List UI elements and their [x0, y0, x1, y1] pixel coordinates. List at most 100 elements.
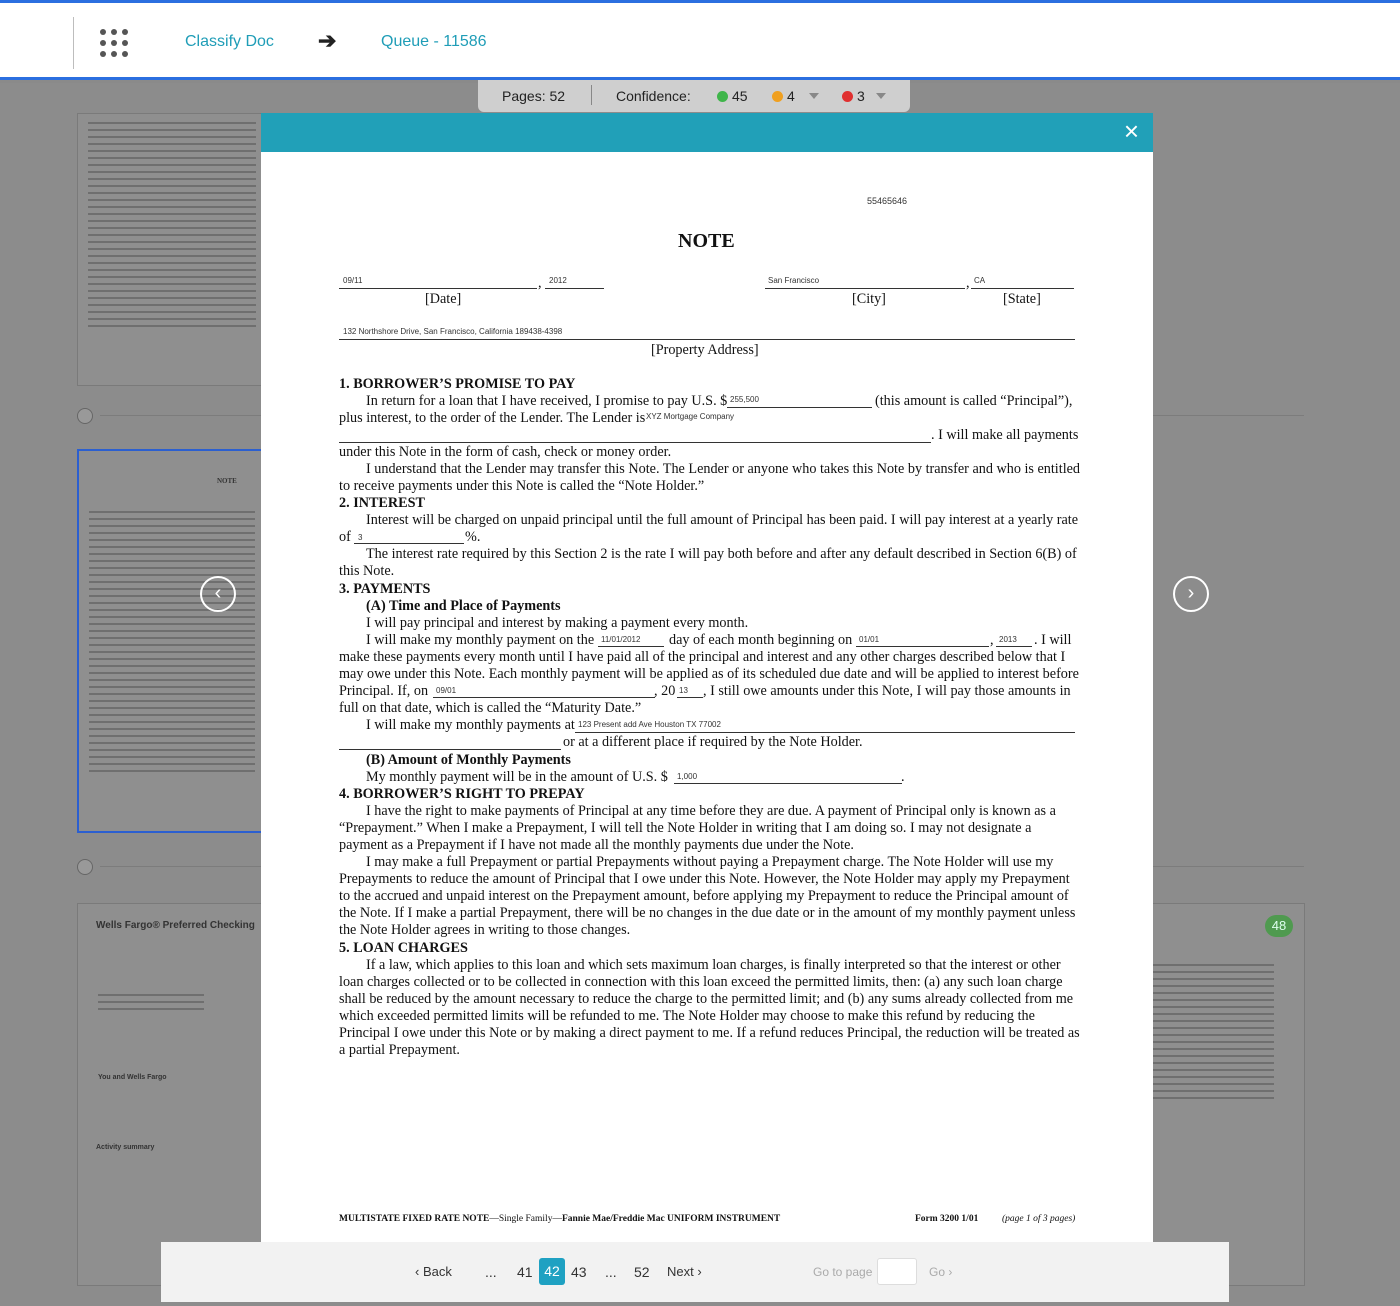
maturity-year-underline: [677, 697, 703, 698]
payment-day-value: 11/01/2012: [601, 635, 641, 644]
red-dot-icon: [842, 91, 853, 102]
orange-count: 4: [787, 88, 795, 104]
pages-count: Pages: 52: [502, 88, 566, 104]
paragraph-text: Prepayments to reduce the amount of Prin…: [339, 871, 1070, 887]
city-value: San Francisco: [768, 276, 820, 285]
paragraph-text: , I still owe amounts under this Note, I…: [703, 683, 1071, 699]
paragraph-text: If a law, which applies to this loan and…: [366, 957, 1061, 973]
confidence-low[interactable]: 3: [842, 88, 865, 104]
breadcrumb-classify-doc[interactable]: Classify Doc: [185, 33, 274, 51]
paragraph-text: Interest will be charged on unpaid princ…: [366, 512, 1079, 528]
paragraph-text: (this amount is called “Principal”),: [875, 393, 1073, 409]
go-button[interactable]: Go ›: [929, 1265, 952, 1279]
stats-bar: Pages: 52 Confidence: 45 4 3: [478, 80, 910, 112]
paragraph-text: or at a different place if required by t…: [563, 734, 863, 750]
paragraph-text: I will pay principal and interest by mak…: [366, 615, 749, 631]
begin-date-value: 01/01: [859, 635, 880, 644]
lender-underline: [339, 442, 931, 443]
page-thumbnail[interactable]: [77, 113, 267, 386]
paragraph-text: this Note.: [339, 563, 395, 579]
address-underline: [339, 339, 1075, 340]
begin-year-value: 2013: [999, 635, 1017, 644]
state-label: [State]: [1003, 291, 1041, 307]
document-footer: MULTISTATE FIXED RATE NOTE—Single Family…: [339, 1214, 781, 1224]
page-43-button[interactable]: 43: [571, 1264, 587, 1280]
paragraph-text: Principal. If, on: [339, 683, 429, 699]
paragraph-text: which exceeded permitted limits will be …: [339, 1008, 1035, 1024]
go-to-page-input[interactable]: [877, 1258, 917, 1285]
page-41-button[interactable]: 41: [517, 1264, 533, 1280]
page-select-radio[interactable]: [77, 859, 93, 875]
breadcrumb-queue[interactable]: Queue - 11586: [381, 33, 487, 51]
state-value: CA: [974, 276, 986, 285]
green-count: 45: [732, 88, 748, 104]
document-preview: 55465646 NOTE 09/11 , 2012 San Francisco…: [261, 152, 1153, 1242]
thumbnail-section: Activity summary: [96, 1144, 155, 1151]
state-underline: [971, 288, 1074, 289]
date-value: 09/11: [343, 276, 363, 285]
maturity-date-value: 09/01: [436, 686, 457, 695]
confidence-medium[interactable]: 4: [772, 88, 795, 104]
page-of-pages: (page 1 of 3 pages): [1002, 1214, 1076, 1224]
paragraph-text: The interest rate required by this Secti…: [366, 546, 1077, 562]
next-page-icon[interactable]: ›: [1173, 576, 1209, 612]
payday-underline: [598, 646, 664, 647]
paragraph-text: plus interest, to the order of the Lende…: [339, 410, 646, 426]
paragraph-text: I will make my monthly payment on the: [366, 632, 595, 648]
maturity-underline: [433, 697, 655, 698]
chevron-down-icon[interactable]: [876, 93, 886, 99]
pay-address-underline-2: [339, 749, 561, 750]
paragraph-text: .: [901, 769, 905, 785]
paragraph-text: a partial Prepayment.: [339, 1042, 460, 1058]
pagination-ellipsis: ...: [605, 1264, 617, 1280]
thumbnail-title: NOTE: [217, 477, 237, 485]
monthly-payment-value: 1,000: [677, 772, 698, 781]
chevron-down-icon[interactable]: [809, 93, 819, 99]
document-title: NOTE: [678, 230, 735, 252]
page-thumbnail-selected[interactable]: NOTE: [77, 449, 267, 833]
section-heading: 3. PAYMENTS: [339, 581, 431, 597]
section-heading: 5. LOAN CHARGES: [339, 940, 468, 956]
principal-value: 255,500: [730, 395, 759, 404]
section-heading: 1. BORROWER’S PROMISE TO PAY: [339, 376, 576, 392]
paragraph-text: to receive payments under this Note is c…: [339, 478, 705, 494]
preview-modal-header: ×: [261, 113, 1153, 152]
property-address-label: [Property Address]: [651, 342, 759, 358]
app-grid-icon[interactable]: [100, 29, 128, 57]
close-icon[interactable]: ×: [1124, 117, 1139, 145]
paragraph-text: I have the right to make payments of Pri…: [366, 803, 1056, 819]
paragraph-text: I may make a full Prepayment or partial …: [366, 854, 1054, 870]
page-52-button[interactable]: 52: [634, 1264, 650, 1280]
paragraph-text: %.: [465, 529, 481, 545]
red-count: 3: [857, 88, 865, 104]
paragraph-text: “Prepayment.” When I make a Prepayment, …: [339, 820, 1032, 836]
page-select-radio[interactable]: [77, 408, 93, 424]
back-button[interactable]: ‹ Back: [415, 1264, 452, 1279]
stats-divider: [591, 85, 592, 105]
confidence-high[interactable]: 45: [717, 88, 748, 104]
payment-underline: [674, 783, 902, 784]
rate-underline: [354, 543, 464, 544]
payment-address-value: 123 Present add Ave Houston TX 77002: [578, 720, 721, 729]
paragraph-text: loan charges collected or to be collecte…: [339, 974, 1063, 990]
thumbnail-section: You and Wells Fargo: [98, 1074, 167, 1081]
paragraph-text: Principal I owe under this Note or by ma…: [339, 1025, 1080, 1041]
previous-page-icon[interactable]: ‹: [200, 576, 236, 612]
paragraph-text: the Note. If I make a partial Prepayment…: [339, 905, 1076, 921]
page-42-current[interactable]: 42: [539, 1258, 565, 1285]
comma: ,: [966, 275, 970, 291]
paragraph-text: My monthly payment will be in the amount…: [366, 769, 668, 785]
orange-dot-icon: [772, 91, 783, 102]
header-divider: [73, 17, 74, 69]
section-heading: 4. BORROWER’S RIGHT TO PREPAY: [339, 786, 585, 802]
paragraph-text: , 20: [654, 683, 676, 699]
comma: ,: [538, 275, 542, 291]
subsection-heading: (B) Amount of Monthly Payments: [366, 752, 571, 768]
paragraph-text: shall be reduced by the amount necessary…: [339, 991, 1074, 1007]
next-button[interactable]: Next ›: [667, 1264, 702, 1279]
paragraph-text: I understand that the Lender may transfe…: [366, 461, 1081, 477]
paragraph-text: to the accrued and unpaid interest on th…: [339, 888, 1069, 904]
maturity-year-value: 13: [679, 686, 688, 695]
confidence-label: Confidence:: [616, 88, 691, 104]
paragraph-text: under this Note in the form of cash, che…: [339, 444, 672, 460]
